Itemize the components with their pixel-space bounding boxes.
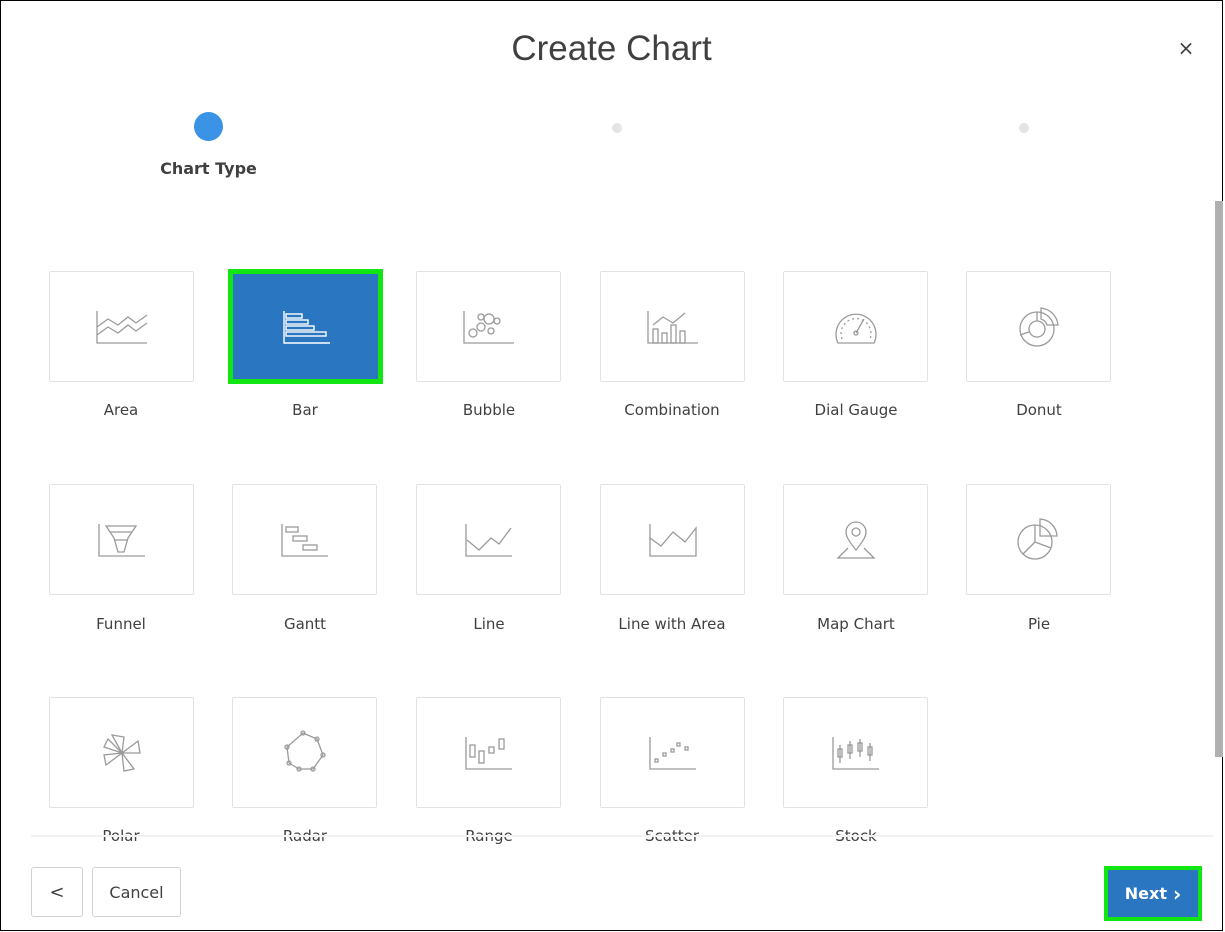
scrollbar[interactable] xyxy=(1215,201,1223,757)
step-indicator-2 xyxy=(612,123,622,133)
dial-gauge-icon xyxy=(828,305,884,349)
combination-chart-icon xyxy=(645,307,701,347)
step-label-chart-type: Chart Type xyxy=(160,159,257,178)
next-button-label: Next xyxy=(1124,884,1167,903)
chart-type-pie[interactable] xyxy=(966,484,1111,595)
chart-type-line-with-area[interactable] xyxy=(600,484,745,595)
chart-type-label: Line with Area xyxy=(618,615,726,633)
chart-type-line[interactable] xyxy=(416,484,561,595)
line-area-chart-icon xyxy=(645,520,701,560)
chart-type-donut[interactable] xyxy=(966,271,1111,382)
gantt-chart-icon xyxy=(277,520,333,560)
chart-type-scatter[interactable] xyxy=(600,697,745,808)
donut-chart-icon xyxy=(1011,303,1067,351)
chevron-right-icon: › xyxy=(1172,881,1182,906)
dialog-title: Create Chart xyxy=(511,29,712,68)
bar-chart-icon xyxy=(278,307,334,347)
cancel-button[interactable]: Cancel xyxy=(92,867,181,917)
chart-type-dial-gauge[interactable] xyxy=(783,271,928,382)
footer-divider xyxy=(31,835,1214,837)
chart-type-map-chart[interactable] xyxy=(783,484,928,595)
bubble-chart-icon xyxy=(461,307,517,347)
radar-chart-icon xyxy=(277,729,333,777)
chart-type-polar[interactable] xyxy=(49,697,194,808)
chart-type-label: Donut xyxy=(1016,401,1062,419)
chart-type-bar[interactable] xyxy=(228,269,383,384)
funnel-chart-icon xyxy=(94,520,150,560)
line-chart-icon xyxy=(461,520,517,560)
chart-type-stock[interactable] xyxy=(783,697,928,808)
chart-type-funnel[interactable] xyxy=(49,484,194,595)
chart-type-range[interactable] xyxy=(416,697,561,808)
chart-type-label: Area xyxy=(103,401,139,419)
step-indicator-3 xyxy=(1019,123,1029,133)
area-chart-icon xyxy=(94,307,150,347)
chart-type-label: Line xyxy=(473,615,505,633)
chart-type-radar[interactable] xyxy=(232,697,377,808)
close-icon[interactable]: × xyxy=(1176,38,1196,58)
polar-chart-icon xyxy=(94,729,150,777)
chart-type-label: Gantt xyxy=(283,615,327,633)
chart-type-label: Combination xyxy=(624,401,720,419)
back-button[interactable]: < xyxy=(31,867,83,917)
chart-type-label: Pie xyxy=(1027,615,1051,633)
pie-chart-icon xyxy=(1011,516,1067,564)
scatter-chart-icon xyxy=(645,733,701,773)
chart-type-label: Funnel xyxy=(96,615,146,633)
create-chart-dialog: Create Chart × Chart Type Area Bar Bubbl… xyxy=(0,0,1223,931)
chart-type-combination[interactable] xyxy=(600,271,745,382)
next-button[interactable]: Next › xyxy=(1104,866,1202,921)
map-pin-icon xyxy=(828,518,884,562)
chart-type-label: Map Chart xyxy=(817,615,895,633)
chart-type-label: Bubble xyxy=(462,401,516,419)
stock-chart-icon xyxy=(828,733,884,773)
chart-type-bubble[interactable] xyxy=(416,271,561,382)
chart-type-area[interactable] xyxy=(49,271,194,382)
chart-type-gantt[interactable] xyxy=(232,484,377,595)
chart-type-label: Dial Gauge xyxy=(814,401,898,419)
step-indicator-chart-type xyxy=(194,112,223,141)
range-chart-icon xyxy=(461,733,517,773)
chart-type-label: Bar xyxy=(292,401,318,419)
